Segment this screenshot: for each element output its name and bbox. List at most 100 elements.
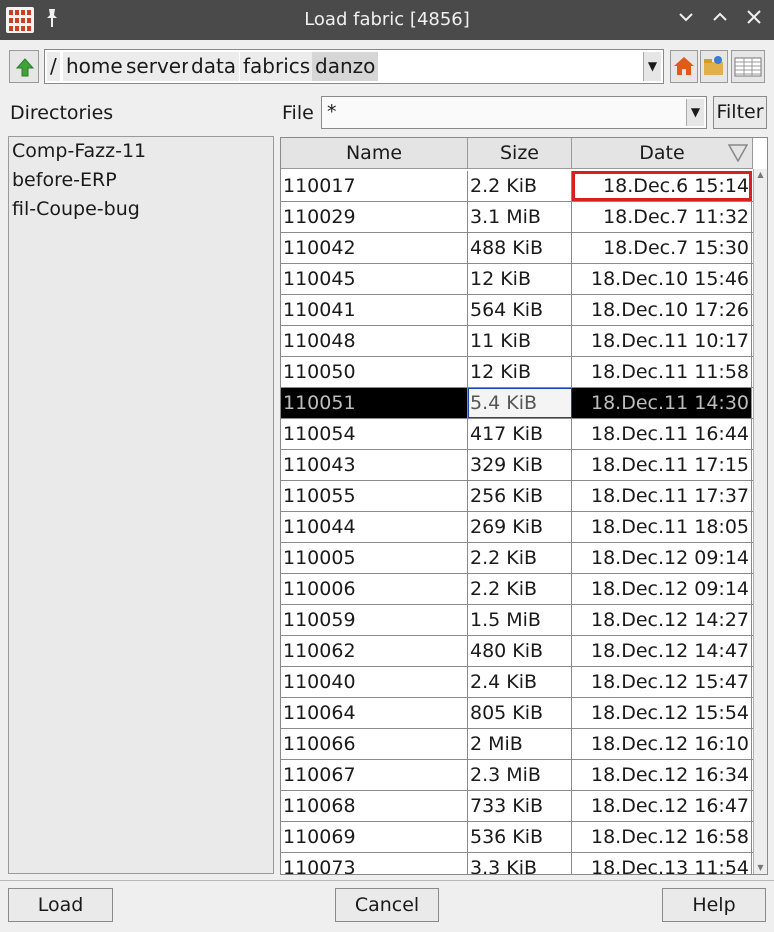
file-name-cell: 110069	[281, 822, 468, 852]
scroll-down-icon[interactable]: ▼	[755, 863, 766, 873]
file-date-cell: 18.Dec.12 09:14	[572, 543, 752, 573]
file-size-cell: 269 KiB	[468, 512, 572, 542]
file-size-cell: 329 KiB	[468, 450, 572, 480]
table-row[interactable]: 110051 5.4 KiB 18.Dec.11 14:30	[281, 388, 753, 419]
table-row[interactable]: 110066 2 MiB 18.Dec.12 16:10	[281, 729, 753, 760]
scroll-up-icon[interactable]: ▲	[755, 170, 766, 180]
directory-item[interactable]: Comp-Fazz-11	[9, 137, 273, 166]
help-button[interactable]: Help	[662, 888, 766, 922]
table-row[interactable]: 110059 1.5 MiB 18.Dec.12 14:27	[281, 605, 753, 636]
table-row[interactable]: 110006 2.2 KiB 18.Dec.12 09:14	[281, 574, 753, 605]
file-name-cell: 110045	[281, 264, 468, 294]
table-row[interactable]: 110045 12 KiB 18.Dec.10 15:46	[281, 264, 753, 295]
table-row[interactable]: 110064 805 KiB 18.Dec.12 15:54	[281, 698, 753, 729]
chevron-down-icon[interactable]: ▼	[643, 52, 661, 81]
file-name-cell: 110059	[281, 605, 468, 635]
table-row[interactable]: 110073 3.3 KiB 18.Dec.13 11:54	[281, 853, 753, 874]
file-size-cell: 417 KiB	[468, 419, 572, 449]
cancel-button[interactable]: Cancel	[335, 888, 439, 922]
file-date-cell: 18.Dec.12 15:47	[572, 667, 752, 697]
file-date-cell: 18.Dec.11 17:37	[572, 481, 752, 511]
file-name-cell: 110042	[281, 233, 468, 263]
table-row[interactable]: 110062 480 KiB 18.Dec.12 14:47	[281, 636, 753, 667]
file-size-cell: 12 KiB	[468, 264, 572, 294]
file-date-cell: 18.Dec.12 16:47	[572, 791, 752, 821]
divider	[0, 880, 774, 881]
column-header-date[interactable]: Date	[572, 138, 753, 169]
path-segment-home[interactable]: home	[63, 52, 126, 81]
file-name-cell: 110006	[281, 574, 468, 604]
parent-directory-button[interactable]	[9, 50, 39, 83]
table-row[interactable]: 110068 733 KiB 18.Dec.12 16:47	[281, 791, 753, 822]
file-size-cell: 11 KiB	[468, 326, 572, 356]
table-row[interactable]: 110029 3.1 MiB 18.Dec.7 11:32	[281, 202, 753, 233]
table-row[interactable]: 110017 2.2 KiB 18.Dec.6 15:14	[281, 171, 753, 202]
new-folder-button[interactable]	[700, 50, 728, 83]
file-date-cell: 18.Dec.7 11:32	[572, 202, 752, 232]
path-segment-server[interactable]: server	[123, 52, 193, 81]
file-filter-combobox[interactable]: * ▼	[321, 96, 707, 129]
table-row[interactable]: 110042 488 KiB 18.Dec.7 15:30	[281, 233, 753, 264]
file-size-cell: 805 KiB	[468, 698, 572, 728]
file-name-cell: 110066	[281, 729, 468, 759]
file-name-cell: 110051	[281, 388, 468, 418]
path-root[interactable]: /	[47, 52, 60, 81]
file-size-cell: 256 KiB	[468, 481, 572, 511]
table-row[interactable]: 110067 2.3 MiB 18.Dec.12 16:34	[281, 760, 753, 791]
chevron-down-icon[interactable]: ▼	[686, 99, 704, 126]
column-header-size[interactable]: Size	[468, 138, 572, 169]
table-body: 110017 2.2 KiB 18.Dec.6 15:14 110029 3.1 MiB…	[281, 171, 753, 874]
home-icon	[674, 57, 694, 75]
table-row[interactable]: 110050 12 KiB 18.Dec.11 11:58	[281, 357, 753, 388]
file-date-cell: 18.Dec.6 15:14	[572, 171, 752, 201]
file-date-cell: 18.Dec.12 15:54	[572, 698, 752, 728]
minimize-icon[interactable]	[674, 8, 698, 32]
file-size-cell: 733 KiB	[468, 791, 572, 821]
table-row[interactable]: 110055 256 KiB 18.Dec.11 17:37	[281, 481, 753, 512]
directory-item[interactable]: before-ERP	[9, 166, 273, 195]
file-date-cell: 18.Dec.10 17:26	[572, 295, 752, 325]
filter-button[interactable]: Filter	[713, 96, 767, 129]
file-size-cell: 3.1 MiB	[468, 202, 572, 232]
file-date-cell: 18.Dec.7 15:30	[572, 233, 752, 263]
path-segment-danzo[interactable]: danzo	[312, 52, 379, 81]
file-date-cell: 18.Dec.12 16:34	[572, 760, 752, 790]
detail-view-icon	[734, 57, 762, 77]
file-table[interactable]: Name Size Date 110017 2.2 KiB 18.Dec.6 15:…	[280, 137, 768, 875]
file-date-cell: 18.Dec.12 14:27	[572, 605, 752, 635]
title-bar: Load fabric [4856]	[0, 0, 774, 40]
directory-list[interactable]: Comp-Fazz-11 before-ERP fil-Coupe-bug	[8, 136, 274, 874]
new-folder-icon	[704, 56, 723, 75]
table-row[interactable]: 110043 329 KiB 18.Dec.11 17:15	[281, 450, 753, 481]
load-button[interactable]: Load	[8, 888, 113, 922]
table-row[interactable]: 110041 564 KiB 18.Dec.10 17:26	[281, 295, 753, 326]
table-row[interactable]: 110005 2.2 KiB 18.Dec.12 09:14	[281, 543, 753, 574]
file-date-cell: 18.Dec.11 17:15	[572, 450, 752, 480]
table-row[interactable]: 110069 536 KiB 18.Dec.12 16:58	[281, 822, 753, 853]
directories-label: Directories	[10, 102, 114, 124]
file-date-cell: 18.Dec.13 11:54	[572, 853, 752, 874]
table-row[interactable]: 110048 11 KiB 18.Dec.11 10:17	[281, 326, 753, 357]
file-name-cell: 110067	[281, 760, 468, 790]
path-segment-data[interactable]: data	[188, 52, 240, 81]
column-header-name[interactable]: Name	[281, 138, 468, 169]
file-name-cell: 110044	[281, 512, 468, 542]
file-filter-value: *	[327, 101, 337, 123]
file-size-cell: 488 KiB	[468, 233, 572, 263]
path-combobox[interactable]: / home server data fabrics danzo ▼	[44, 49, 664, 84]
maximize-icon[interactable]	[708, 8, 732, 32]
file-name-cell: 110017	[281, 171, 468, 201]
vertical-scrollbar[interactable]: ▲ ▼	[753, 169, 767, 874]
table-row[interactable]: 110044 269 KiB 18.Dec.11 18:05	[281, 512, 753, 543]
close-icon[interactable]	[742, 8, 766, 32]
table-row[interactable]: 110040 2.4 KiB 18.Dec.12 15:47	[281, 667, 753, 698]
file-date-cell: 18.Dec.11 11:58	[572, 357, 752, 387]
home-button[interactable]	[670, 50, 698, 83]
directory-item[interactable]: fil-Coupe-bug	[9, 195, 273, 224]
detail-view-button[interactable]	[731, 50, 765, 83]
file-name-cell: 110048	[281, 326, 468, 356]
file-size-cell: 12 KiB	[468, 357, 572, 387]
table-row[interactable]: 110054 417 KiB 18.Dec.11 16:44	[281, 419, 753, 450]
path-segment-fabrics[interactable]: fabrics	[240, 52, 314, 81]
file-size-cell: 2.4 KiB	[468, 667, 572, 697]
